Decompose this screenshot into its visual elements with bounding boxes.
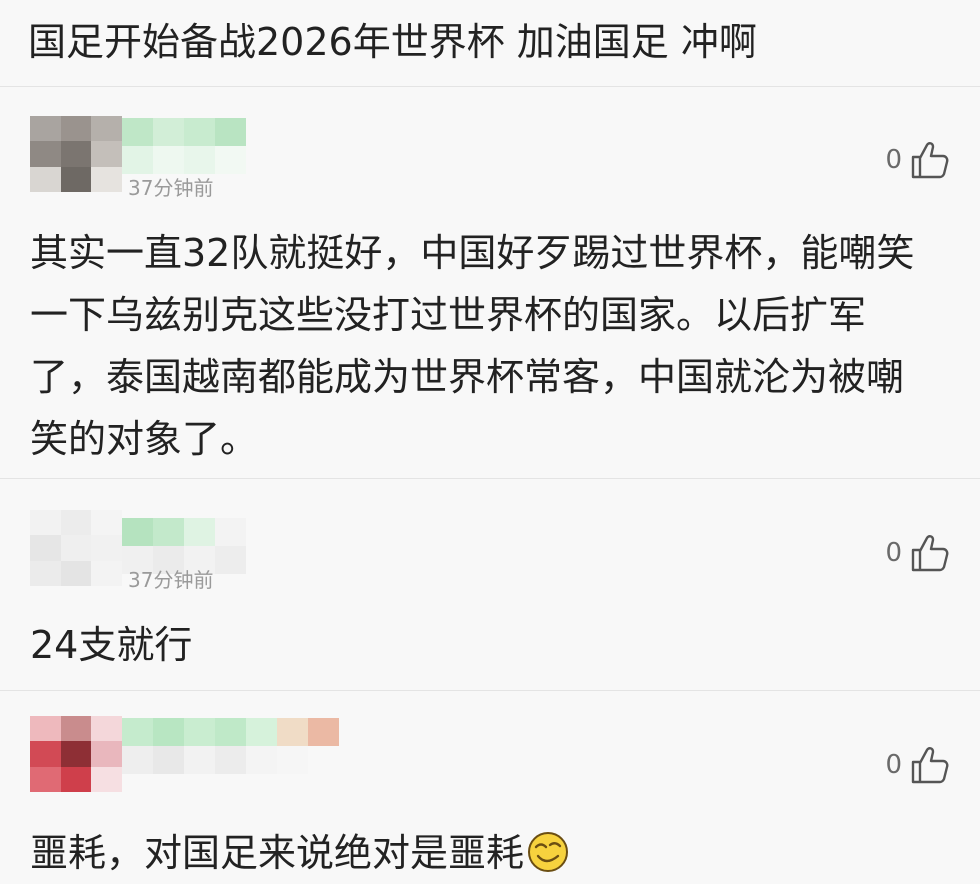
like-button[interactable]: 0	[885, 141, 950, 179]
comment-time: 37分钟前	[128, 568, 214, 592]
post-title: 国足开始备战2026年世界杯 加油国足 冲啊	[28, 20, 757, 64]
thumbs-up-icon[interactable]	[910, 746, 950, 784]
like-count: 0	[885, 750, 902, 780]
comment-text: 其实一直32队就挺好，中国好歹踢过世界杯，能嘲笑一下乌兹别克这些没打过世界杯的国…	[30, 231, 915, 461]
like-count: 0	[885, 145, 902, 175]
comment-item: 37分钟前 0 24支就行	[0, 478, 980, 690]
thumbs-up-icon[interactable]	[910, 141, 950, 179]
comment-text: 24支就行	[30, 623, 193, 667]
like-button[interactable]: 0	[885, 534, 950, 572]
comment-text-row: 噩耗，对国足来说绝对是噩耗	[30, 822, 930, 884]
comment-item: 37分钟前 0 其实一直32队就挺好，中国好歹踢过世界杯，能嘲笑一下乌兹别克这些…	[0, 86, 980, 478]
like-count: 0	[885, 538, 902, 568]
username-blurred[interactable]	[122, 718, 339, 774]
username-blurred[interactable]	[122, 118, 246, 174]
like-button[interactable]: 0	[885, 746, 950, 784]
smirk-face-icon	[528, 832, 569, 872]
thumbs-up-icon[interactable]	[910, 534, 950, 572]
comment-item: 0 噩耗，对国足来说绝对是噩耗	[0, 690, 980, 881]
avatar[interactable]	[30, 716, 122, 792]
avatar[interactable]	[30, 510, 122, 586]
comment-text: 噩耗，对国足来说绝对是噩耗	[30, 831, 525, 875]
comment-time: 37分钟前	[128, 176, 214, 200]
avatar[interactable]	[30, 116, 122, 192]
